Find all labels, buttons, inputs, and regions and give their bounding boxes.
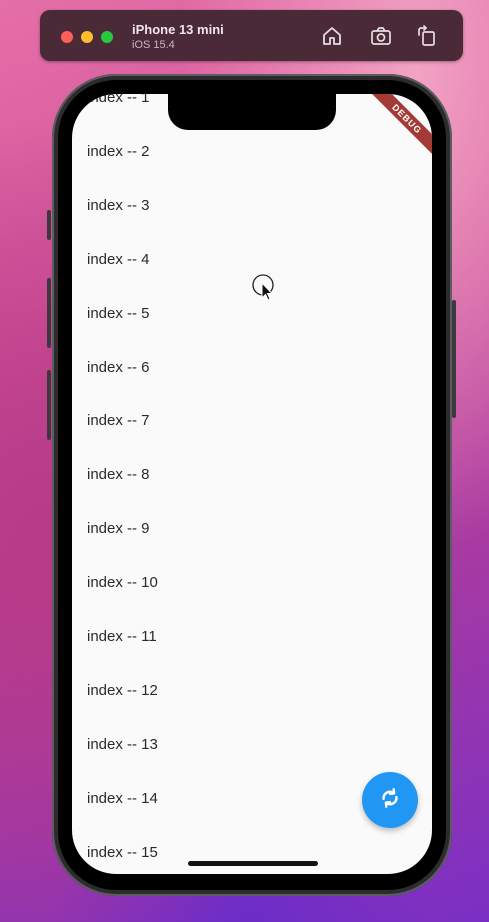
list-item[interactable]: index -- 13 (87, 735, 158, 755)
list-item[interactable]: index -- 3 (87, 196, 150, 216)
os-version: iOS 15.4 (132, 39, 175, 51)
minimize-window-button[interactable] (81, 31, 93, 43)
list-item[interactable]: index -- 2 (87, 142, 150, 162)
list-item[interactable]: index -- 15 (87, 843, 158, 863)
device-name: iPhone 13 mini (132, 22, 224, 37)
simulator-toolbar: iPhone 13 mini iOS 15.4 (40, 10, 463, 61)
app-screen: index -- 1 index -- 2 index -- 3 index -- 4… (72, 94, 432, 874)
rotate-icon[interactable] (415, 24, 439, 48)
list-item[interactable]: index -- 5 (87, 304, 150, 324)
list-item[interactable]: index -- 9 (87, 519, 150, 539)
list-item[interactable]: index -- 7 (87, 411, 150, 431)
mouse-cursor-icon (252, 274, 276, 302)
refresh-icon (379, 787, 401, 814)
zoom-window-button[interactable] (101, 31, 113, 43)
home-icon[interactable] (320, 24, 344, 48)
list-item[interactable]: index -- 11 (87, 627, 157, 647)
screenshot-icon[interactable] (369, 24, 393, 48)
list-item[interactable]: index -- 14 (87, 789, 158, 809)
power-button (452, 300, 456, 418)
volume-up-button (47, 278, 51, 348)
list-item[interactable]: index -- 12 (87, 681, 158, 701)
list-item[interactable]: index -- 6 (87, 358, 150, 378)
refresh-fab-button[interactable] (362, 772, 418, 828)
list-item[interactable]: index -- 10 (87, 573, 158, 593)
volume-down-button (47, 370, 51, 440)
list-item[interactable]: index -- 4 (87, 250, 150, 270)
home-indicator[interactable] (188, 861, 318, 866)
list-item[interactable]: index -- 8 (87, 465, 150, 485)
close-window-button[interactable] (61, 31, 73, 43)
list-item[interactable]: index -- 1 (87, 94, 150, 108)
notch (168, 94, 336, 130)
mute-switch (47, 210, 51, 240)
